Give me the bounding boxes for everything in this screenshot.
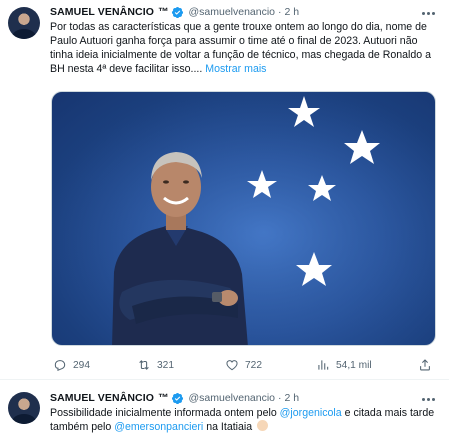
reply-button[interactable]: 294 — [53, 356, 90, 374]
more-options-icon[interactable] — [419, 6, 437, 20]
author-avatar[interactable] — [8, 7, 40, 39]
author-name[interactable]: SAMUEL VENÂNCIO — [50, 392, 154, 404]
verified-badge-icon — [172, 6, 184, 18]
tweet-header: SAMUEL VENÂNCIO ™ @samuelvenancio · 2 h — [50, 4, 299, 20]
tweet-body-part3: na Itatiaia — [203, 421, 253, 433]
author-name-tm: ™ — [157, 6, 169, 18]
reply-count: 294 — [73, 359, 90, 371]
heart-icon — [226, 360, 238, 371]
tweet-body-part1: Possibilidade inicialmente informada ont… — [50, 407, 280, 419]
views-button[interactable]: 54,1 mil — [316, 356, 372, 374]
reply-icon — [54, 360, 66, 372]
views-count: 54,1 mil — [336, 359, 372, 371]
clap-emoji-icon — [257, 420, 269, 431]
separator-dot: · — [278, 392, 282, 404]
retweet-button[interactable]: 321 — [137, 356, 174, 374]
author-name[interactable]: SAMUEL VENÂNCIO — [50, 6, 154, 18]
tweet-time[interactable]: 2 h — [285, 6, 300, 18]
author-name-tm: ™ — [157, 392, 169, 404]
tweet-text: Possibilidade inicialmente informada ont… — [50, 406, 442, 434]
like-button[interactable]: 722 — [225, 356, 262, 374]
separator-dot: · — [278, 6, 282, 18]
tweet[interactable]: SAMUEL VENÂNCIO ™ @samuelvenancio · 2 h … — [0, 0, 449, 380]
tweet-photo[interactable] — [51, 91, 436, 346]
share-button[interactable] — [418, 356, 432, 374]
tweet-header: SAMUEL VENÂNCIO ™ @samuelvenancio · 2 h — [50, 390, 299, 406]
author-handle[interactable]: @samuelvenancio — [188, 6, 275, 18]
author-handle[interactable]: @samuelvenancio — [188, 392, 275, 404]
like-count: 722 — [245, 359, 262, 371]
mention-link[interactable]: @emersonpancieri — [114, 421, 203, 433]
share-icon — [420, 359, 430, 371]
tweet[interactable]: SAMUEL VENÂNCIO ™ @samuelvenancio · 2 h … — [0, 381, 449, 437]
more-options-icon[interactable] — [419, 392, 437, 406]
author-avatar[interactable] — [8, 392, 40, 424]
tweet-text: Por todas as características que a gente… — [50, 20, 442, 76]
show-more-link[interactable]: Mostrar mais — [205, 63, 266, 75]
verified-badge-icon — [172, 392, 184, 404]
views-chart-icon — [318, 360, 329, 370]
tweet-actions: 294 321 722 54,1 mil — [50, 356, 435, 374]
retweet-icon — [139, 360, 149, 370]
mention-link[interactable]: @jorgenicola — [280, 407, 342, 419]
tweet-time[interactable]: 2 h — [285, 392, 300, 404]
retweet-count: 321 — [157, 359, 174, 371]
photo-illustration — [52, 92, 435, 345]
